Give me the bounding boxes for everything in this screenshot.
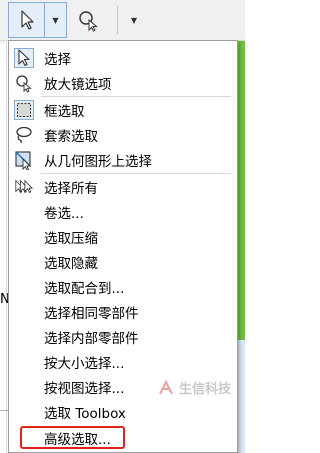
select-tool-button[interactable]	[8, 2, 45, 38]
cursor-arrow-icon	[20, 10, 34, 30]
menu-item-label: 套索选取	[44, 129, 98, 145]
menu-item-label: 选取压缩	[44, 231, 98, 247]
menu-item-label: 框选取	[44, 104, 85, 120]
background-divider	[6, 44, 7, 453]
selection-toolbar: ▼ ▼	[0, 0, 245, 41]
geometry-select-icon	[14, 150, 34, 170]
cursor-arrow-icon	[14, 48, 34, 68]
magnifier-icon	[14, 73, 34, 93]
menu-item-select-by-size[interactable]: 按大小选择...	[11, 350, 235, 374]
menu-item-label: 选择	[44, 52, 71, 68]
watermark-logo-icon	[159, 379, 173, 394]
menu-item-magnifier[interactable]: 放大镜选项	[11, 71, 235, 95]
menu-item-label: 选择相同零部件	[44, 306, 139, 322]
menu-item-select-hidden[interactable]: 选取隐藏	[11, 250, 235, 274]
menu-item-label: 选择内部零部件	[44, 331, 139, 347]
menu-item-label: 卷选...	[44, 206, 84, 222]
menu-item-select-identical[interactable]: 选择相同零部件	[11, 300, 235, 324]
menu-item-box-select[interactable]: 框选取	[11, 98, 235, 122]
menu-item-label: 按视图选择...	[44, 381, 125, 397]
highlight-annotation	[20, 426, 125, 449]
zoom-select-button[interactable]	[72, 2, 104, 38]
menu-item-label: 选取 Toolbox	[44, 406, 126, 422]
menu-item-lasso[interactable]: 套索选取	[11, 123, 235, 147]
select-all-icon	[14, 177, 34, 197]
menu-item-label: 放大镜选项	[44, 77, 112, 93]
menu-item-label: 从几何图形上选择	[44, 154, 152, 170]
menu-item-label: 选择所有	[44, 181, 98, 197]
menu-item-select[interactable]: 选择	[11, 46, 235, 70]
menu-item-label: 选取配合到...	[44, 281, 125, 297]
menu-item-label: 按大小选择...	[44, 356, 125, 372]
select-tool-dropdown[interactable]: ▼	[45, 2, 67, 38]
watermark: 生信科技	[157, 378, 231, 397]
zoom-select-icon	[79, 11, 98, 32]
menu-divider	[41, 173, 231, 174]
menu-divider	[41, 96, 231, 97]
watermark-text: 生信科技	[179, 382, 232, 397]
chevron-down-icon: ▼	[52, 15, 59, 25]
lasso-icon	[14, 125, 34, 145]
menu-item-select-suppressed[interactable]: 选取压缩	[11, 225, 235, 249]
toolbar-separator	[117, 6, 118, 34]
menu-item-select-internal[interactable]: 选择内部零部件	[11, 325, 235, 349]
menu-item-geometry-select[interactable]: 从几何图形上选择	[11, 148, 235, 172]
menu-item-select-all[interactable]: 选择所有	[11, 175, 235, 199]
menu-item-volume-select[interactable]: 卷选...	[11, 200, 235, 224]
menu-item-select-mates[interactable]: 选取配合到...	[11, 275, 235, 299]
menu-item-label: 选取隐藏	[44, 256, 98, 272]
toolbar-dropdown[interactable]: ▼	[123, 2, 145, 38]
background-line	[0, 410, 8, 411]
box-select-icon	[14, 100, 34, 120]
menu-item-select-toolbox[interactable]: 选取 Toolbox	[11, 400, 235, 424]
chevron-down-icon: ▼	[130, 15, 138, 25]
